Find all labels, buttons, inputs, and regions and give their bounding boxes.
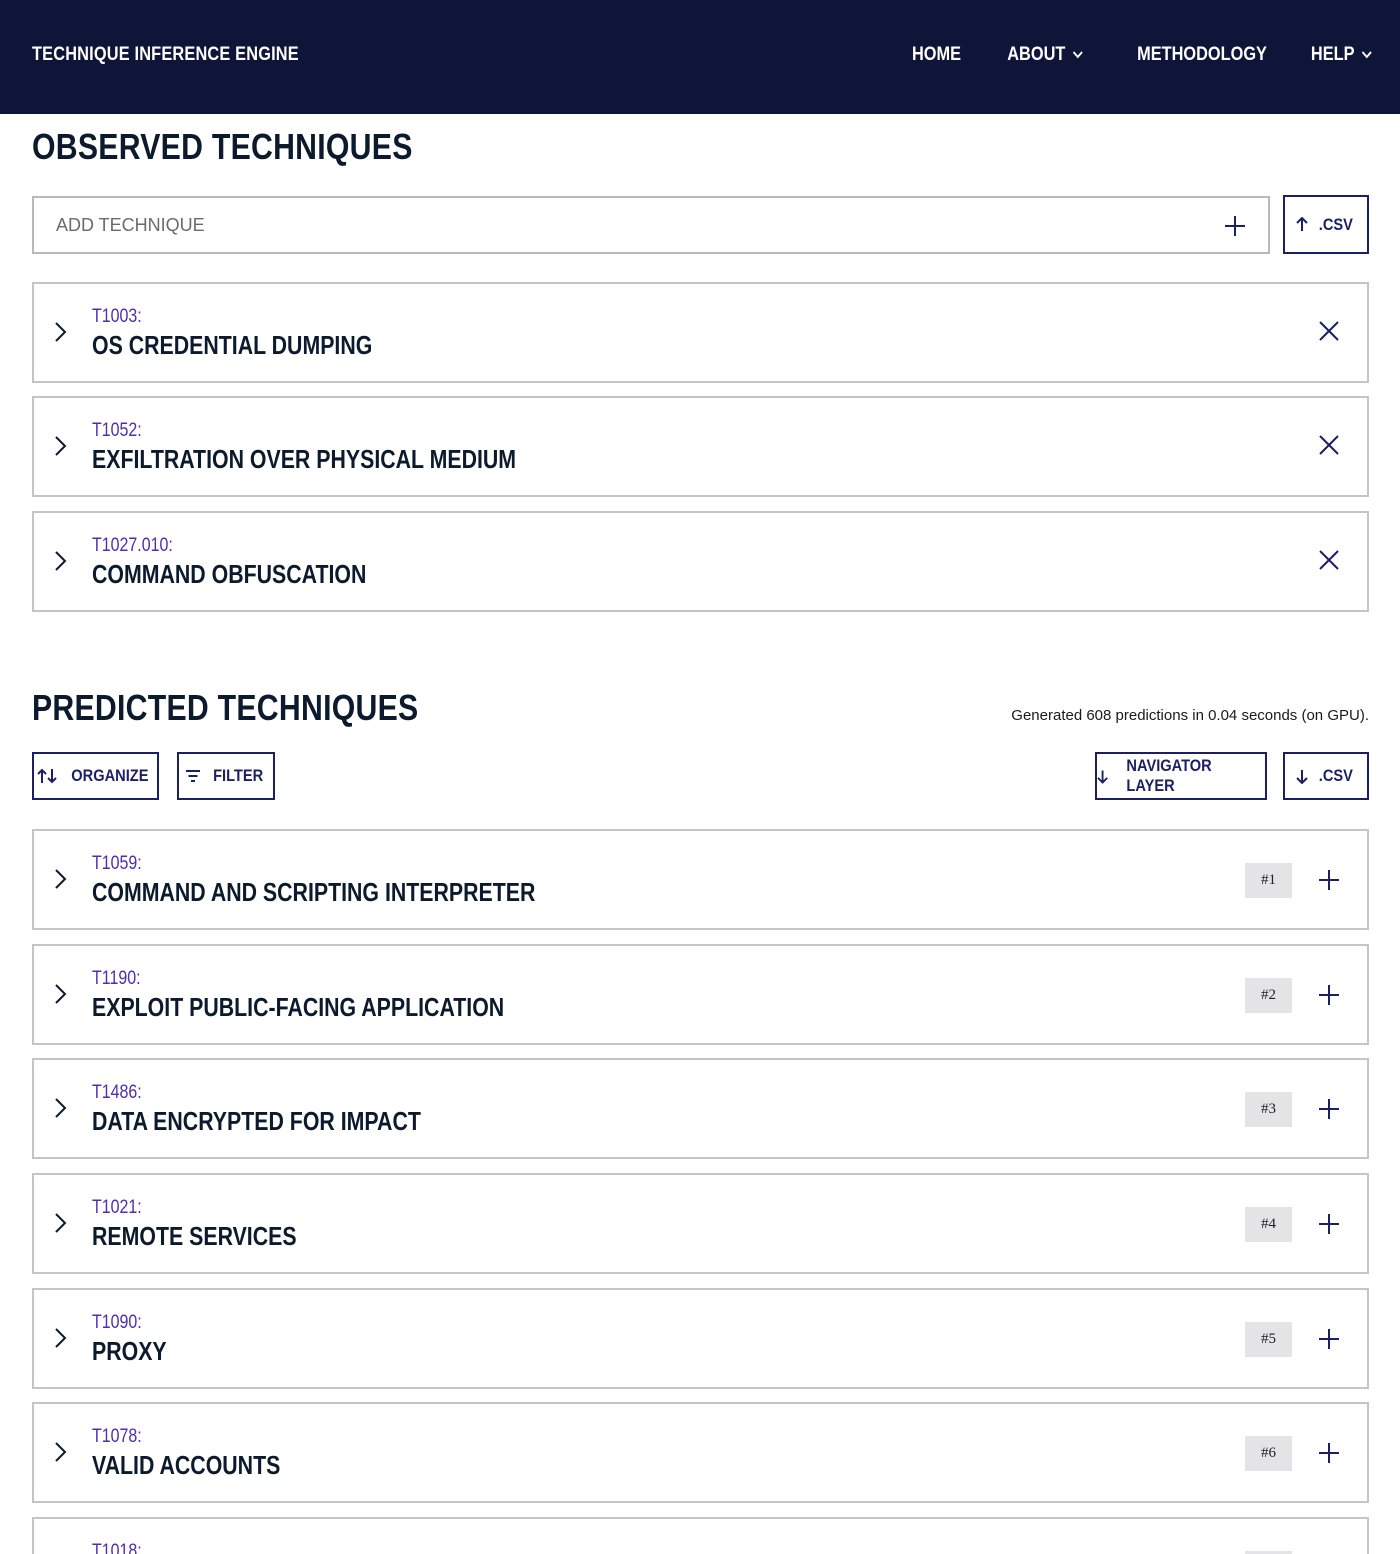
filter-button[interactable]: FILTER: [177, 752, 275, 800]
brand-title[interactable]: TECHNIQUE INFERENCE ENGINE: [32, 44, 299, 66]
sort-arrows-icon: [36, 768, 57, 784]
chevron-right-icon[interactable]: [54, 321, 68, 343]
rank-badge: #1: [1245, 863, 1292, 898]
observed-technique-card[interactable]: T1003: OS CREDENTIAL DUMPING: [32, 282, 1369, 383]
chevron-right-icon[interactable]: [54, 1327, 68, 1349]
chevron-down-icon: [1072, 51, 1083, 59]
chevron-right-icon[interactable]: [54, 1441, 68, 1463]
nav-methodology-label: METHODOLOGY: [1137, 44, 1268, 65]
technique-id: T1027.010:: [92, 535, 173, 556]
arrow-down-icon: [1097, 769, 1108, 784]
add-technique-field[interactable]: [32, 196, 1270, 254]
nav-home[interactable]: HOME: [912, 44, 961, 66]
add-technique-input[interactable]: [34, 198, 1184, 252]
predicted-technique-card[interactable]: T1078: VALID ACCOUNTS #6: [32, 1402, 1369, 1503]
plus-icon[interactable]: [1224, 215, 1246, 237]
rank-badge: #6: [1245, 1436, 1292, 1471]
upload-csv-button[interactable]: .CSV: [1283, 195, 1369, 254]
chevron-right-icon[interactable]: [54, 868, 68, 890]
close-icon[interactable]: [1318, 434, 1340, 456]
predicted-technique-card[interactable]: T1486: DATA ENCRYPTED FOR IMPACT #3: [32, 1058, 1369, 1159]
arrow-up-icon: [1296, 217, 1308, 231]
technique-id: T1090:: [92, 1312, 142, 1333]
technique-name: COMMAND AND SCRIPTING INTERPRETER: [92, 877, 536, 907]
technique-id: T1052:: [92, 420, 142, 441]
chevron-right-icon[interactable]: [54, 550, 68, 572]
technique-name: OS CREDENTIAL DUMPING: [92, 330, 373, 360]
prediction-summary: Generated 608 predictions in 0.04 second…: [1011, 707, 1369, 724]
main-nav: HOME ABOUT METHODOLOGY HELP: [904, 44, 1372, 66]
predicted-technique-card[interactable]: T1190: EXPLOIT PUBLIC-FACING APPLICATION…: [32, 944, 1369, 1045]
filter-icon: [185, 770, 200, 782]
chevron-right-icon[interactable]: [54, 435, 68, 457]
predicted-technique-card[interactable]: T1090: PROXY #5: [32, 1288, 1369, 1389]
close-icon[interactable]: [1318, 549, 1340, 571]
predicted-technique-card[interactable]: T1021: REMOTE SERVICES #4: [32, 1173, 1369, 1274]
nav-about[interactable]: ABOUT: [1007, 44, 1083, 66]
observed-technique-card[interactable]: T1027.010: COMMAND OBFUSCATION: [32, 511, 1369, 612]
predicted-title: PREDICTED TECHNIQUES: [32, 687, 419, 728]
technique-name: PROXY: [92, 1336, 167, 1366]
close-icon[interactable]: [1318, 320, 1340, 342]
nav-help[interactable]: HELP: [1311, 44, 1372, 66]
rank-badge: #4: [1245, 1207, 1292, 1242]
observed-technique-card[interactable]: T1052: EXFILTRATION OVER PHYSICAL MEDIUM: [32, 396, 1369, 497]
organize-button[interactable]: ORGANIZE: [32, 752, 159, 800]
predicted-technique-card[interactable]: T1059: COMMAND AND SCRIPTING INTERPRETER…: [32, 829, 1369, 930]
plus-icon[interactable]: [1318, 1328, 1340, 1350]
technique-id: T1003:: [92, 306, 142, 327]
technique-name: EXPLOIT PUBLIC-FACING APPLICATION: [92, 992, 505, 1022]
nav-about-label: ABOUT: [1007, 44, 1066, 65]
top-navbar: TECHNIQUE INFERENCE ENGINE HOME ABOUT ME…: [0, 0, 1400, 114]
technique-id: T1486:: [92, 1082, 142, 1103]
nav-home-label: HOME: [911, 44, 961, 65]
technique-id: T1078:: [92, 1426, 142, 1447]
navigator-layer-label: NAVIGATOR LAYER: [1126, 756, 1212, 795]
technique-id: T1018:: [92, 1541, 142, 1554]
plus-icon[interactable]: [1318, 1098, 1340, 1120]
plus-icon[interactable]: [1318, 1213, 1340, 1235]
download-csv-label: .CSV: [1318, 766, 1354, 785]
download-csv-button[interactable]: .CSV: [1283, 752, 1369, 800]
nav-methodology[interactable]: METHODOLOGY: [1137, 44, 1267, 66]
nav-help-label: HELP: [1311, 44, 1355, 65]
arrow-down-icon: [1296, 769, 1308, 784]
organize-label: ORGANIZE: [70, 766, 149, 785]
chevron-right-icon[interactable]: [54, 983, 68, 1005]
technique-id: T1190:: [92, 968, 141, 989]
rank-badge: #5: [1245, 1322, 1292, 1357]
technique-name: VALID ACCOUNTS: [92, 1450, 281, 1480]
chevron-right-icon[interactable]: [54, 1097, 68, 1119]
technique-name: REMOTE SERVICES: [92, 1221, 297, 1251]
plus-icon[interactable]: [1318, 984, 1340, 1006]
predicted-technique-card[interactable]: T1018:: [32, 1517, 1369, 1554]
filter-label: FILTER: [212, 766, 264, 785]
technique-name: COMMAND OBFUSCATION: [92, 559, 367, 589]
technique-id: T1021:: [92, 1197, 142, 1218]
technique-name: EXFILTRATION OVER PHYSICAL MEDIUM: [92, 444, 517, 474]
observed-title: OBSERVED TECHNIQUES: [32, 126, 413, 167]
technique-id: T1059:: [92, 853, 142, 874]
chevron-right-icon[interactable]: [54, 1212, 68, 1234]
rank-badge: #3: [1245, 1092, 1292, 1127]
plus-icon[interactable]: [1318, 869, 1340, 891]
upload-csv-label: .CSV: [1318, 214, 1354, 234]
rank-badge: #2: [1245, 978, 1292, 1013]
plus-icon[interactable]: [1318, 1442, 1340, 1464]
navigator-layer-button[interactable]: NAVIGATOR LAYER: [1095, 752, 1267, 800]
technique-name: DATA ENCRYPTED FOR IMPACT: [92, 1106, 421, 1136]
chevron-down-icon: [1361, 51, 1372, 59]
